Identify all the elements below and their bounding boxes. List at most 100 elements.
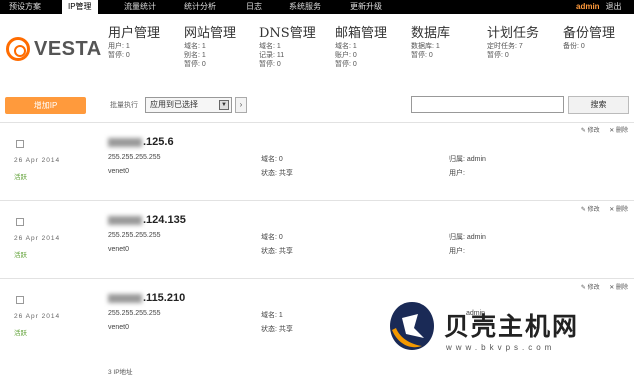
stat-line: 数据库: 1 (411, 43, 440, 50)
row-status: 活跃 (14, 252, 27, 259)
logo[interactable]: VESTA (6, 34, 102, 64)
edit-label: 修改 (587, 285, 600, 291)
stat-line: 定时任务: 7 (487, 43, 523, 50)
ip-interface: venet0 (108, 168, 130, 175)
nav-item-log[interactable]: 日志 (246, 0, 262, 14)
row-checkbox[interactable] (16, 296, 24, 304)
apply-bulk-button[interactable]: › (235, 97, 247, 113)
row-date: 26 Apr 2014 (14, 235, 61, 242)
watermark-url: www.bkvps.com (446, 343, 556, 352)
nav-item-ip[interactable]: IP管理 (62, 0, 98, 14)
edit-link[interactable]: ✎ 修改 (581, 207, 600, 213)
delete-label: 删除 (615, 207, 628, 213)
nav-item-updates[interactable]: 更新升级 (350, 0, 382, 14)
delete-label: 删除 (615, 128, 628, 134)
delete-link[interactable]: ✕ 删除 (609, 207, 628, 213)
stat-line: 别名: 1 (184, 52, 206, 59)
row-checkbox[interactable] (16, 218, 24, 226)
logo-text: VESTA (34, 37, 102, 60)
ip-domains: 域名: 0 (261, 234, 283, 241)
ip-domains: 域名: 1 (261, 312, 283, 319)
ip-interface: venet0 (108, 324, 130, 331)
ip-owner: 归属: admin (449, 156, 486, 163)
row-date: 26 Apr 2014 (14, 313, 61, 320)
row-divider (0, 122, 634, 123)
stat-title: 计划任务 (487, 26, 540, 41)
top-nav: 预设方案 IP管理 流量统计 统计分析 日志 系统服务 更新升级 admin 退出 (0, 0, 634, 14)
search-button[interactable]: 搜索 (568, 96, 629, 114)
row-divider (0, 278, 634, 279)
stat-title: 邮箱管理 (335, 26, 388, 41)
stat-users[interactable]: 用户管理 用户: 1 暂停: 0 (108, 26, 160, 60)
row-actions: ✎ 修改 ✕ 删除 (573, 125, 628, 134)
ip-visible-part: .125.6 (143, 136, 174, 148)
edit-label: 修改 (587, 128, 600, 134)
ip-address[interactable]: .125.6 (108, 136, 174, 148)
ip-domains: 域名: 0 (261, 156, 283, 163)
ip-netmask: 255.255.255.255 (108, 154, 161, 161)
add-ip-button[interactable]: 增加IP (5, 97, 86, 114)
stat-line: 暂停: 0 (259, 61, 281, 68)
bulk-action-select[interactable]: 应用到已选择 ▼ (145, 97, 232, 113)
stat-title: 用户管理 (108, 26, 161, 41)
nav-item-traffic[interactable]: 流量统计 (124, 0, 156, 14)
ip-state: 状态: 共享 (261, 326, 293, 333)
stat-title: 网站管理 (184, 26, 237, 41)
vesta-logo-icon (6, 37, 30, 61)
delete-link[interactable]: ✕ 删除 (609, 285, 628, 291)
nav-item-services[interactable]: 系统服务 (289, 0, 321, 14)
redacted-ip-part (108, 215, 142, 225)
ip-state: 状态: 共享 (261, 248, 293, 255)
logout-link[interactable]: 退出 (606, 2, 622, 11)
ip-address[interactable]: .115.210 (108, 292, 185, 304)
bulk-action-value: 应用到已选择 (150, 100, 198, 109)
stat-web[interactable]: 网站管理 域名: 1 别名: 1 暂停: 0 (184, 26, 236, 69)
stat-cron[interactable]: 计划任务 定时任务: 7 暂停: 0 (487, 26, 539, 60)
stat-backup[interactable]: 备份管理 备份: 0 (563, 26, 615, 51)
stat-dns[interactable]: DNS管理 域名: 1 记录: 11 暂停: 0 (259, 26, 316, 69)
row-checkbox[interactable] (16, 140, 24, 148)
delete-link[interactable]: ✕ 删除 (609, 128, 628, 134)
nav-item-stats[interactable]: 统计分析 (184, 0, 216, 14)
stat-db[interactable]: 数据库 数据库: 1 暂停: 0 (411, 26, 450, 60)
watermark-shell-icon (390, 302, 434, 350)
edit-label: 修改 (587, 207, 600, 213)
edit-link[interactable]: ✎ 修改 (581, 128, 600, 134)
bulk-action-label: 批量执行 (110, 102, 138, 109)
chevron-down-icon: ▼ (219, 100, 229, 110)
ip-visible-part: .115.210 (143, 292, 186, 304)
ip-users: 用户: (449, 170, 465, 177)
stat-line: 暂停: 0 (411, 52, 433, 59)
stat-line: 记录: 11 (259, 52, 285, 59)
user-menu: admin 退出 (576, 0, 622, 14)
stat-line: 域名: 1 (184, 43, 206, 50)
row-divider (0, 200, 634, 201)
username-link[interactable]: admin (576, 2, 600, 11)
watermark-text: 贝壳主机网 (444, 312, 580, 341)
row-status: 活跃 (14, 330, 27, 337)
stat-title: 备份管理 (563, 26, 616, 41)
ip-netmask: 255.255.255.255 (108, 232, 161, 239)
stat-line: 暂停: 0 (184, 61, 206, 68)
ip-netmask: 255.255.255.255 (108, 310, 161, 317)
ip-address[interactable]: .124.135 (108, 214, 186, 226)
redacted-ip-part (108, 293, 142, 303)
stat-mail[interactable]: 邮箱管理 域名: 1 账户: 0 暂停: 0 (335, 26, 387, 69)
redacted-ip-part (108, 137, 142, 147)
ip-state: 状态: 共享 (261, 170, 293, 177)
row-actions: ✎ 修改 ✕ 删除 (573, 204, 628, 213)
stat-line: 域名: 1 (259, 43, 281, 50)
stat-title: DNS管理 (259, 26, 316, 41)
search-input[interactable] (411, 96, 564, 113)
ip-count: 3 IP地址 (108, 369, 133, 376)
delete-label: 删除 (615, 285, 628, 291)
ip-interface: venet0 (108, 246, 130, 253)
row-date: 26 Apr 2014 (14, 157, 61, 164)
stat-line: 用户: 1 (108, 43, 130, 50)
nav-item-packages[interactable]: 预设方案 (9, 0, 41, 14)
ip-users: 用户: (449, 248, 465, 255)
ip-owner: 归属: admin (449, 234, 486, 241)
edit-link[interactable]: ✎ 修改 (581, 285, 600, 291)
row-status: 活跃 (14, 174, 27, 181)
ip-visible-part: .124.135 (143, 214, 186, 226)
